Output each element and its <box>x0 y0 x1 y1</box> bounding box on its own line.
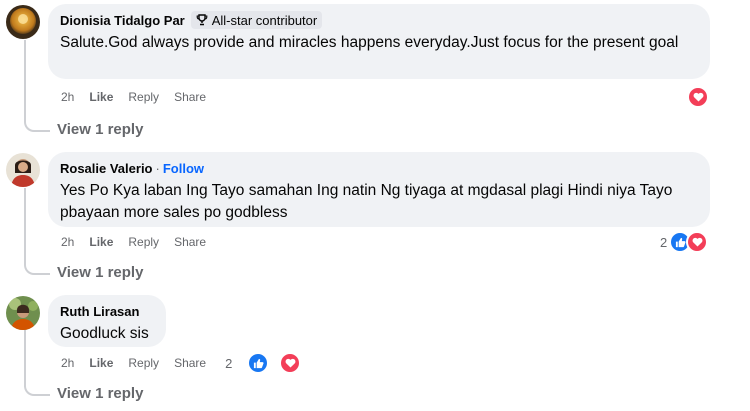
reaction-count: 2 <box>225 355 233 371</box>
love-reaction-icon <box>686 231 709 253</box>
comment-timestamp[interactable]: 2h <box>61 90 74 104</box>
avatar-image <box>6 5 40 39</box>
follow-button[interactable]: Follow <box>163 161 204 176</box>
comment-text: Salute.God always provide and miracles h… <box>60 34 679 51</box>
like-button[interactable]: Like <box>89 90 113 104</box>
thread-elbow <box>24 382 50 396</box>
comment-text: Yes Po Kya laban Ing Tayo samahan Ing na… <box>60 182 673 221</box>
thread-line <box>24 330 26 387</box>
thread-elbow <box>24 118 50 132</box>
reaction-summary[interactable] <box>687 86 709 108</box>
comment-bubble: Ruth Lirasan Goodluck sis <box>48 295 166 347</box>
comment-timestamp[interactable]: 2h <box>61 356 74 370</box>
like-button[interactable]: Like <box>89 356 113 370</box>
comment-actions: 2h Like Reply Share 2 <box>61 352 331 374</box>
view-replies-link[interactable]: View 1 reply <box>57 121 143 138</box>
comment-actions: 2h Like Reply Share <box>61 89 221 105</box>
share-button[interactable]: Share <box>174 90 206 104</box>
reaction-summary[interactable]: 2 <box>225 352 316 374</box>
comment-text: Goodluck sis <box>60 325 149 342</box>
avatar-image <box>6 153 40 187</box>
comment-actions: 2h Like Reply Share <box>61 234 221 250</box>
reaction-summary[interactable]: 2 <box>660 231 709 253</box>
comment-timestamp[interactable]: 2h <box>61 235 74 249</box>
badge-label: All-star contributor <box>211 12 318 28</box>
share-button[interactable]: Share <box>174 235 206 249</box>
comment-author[interactable]: Dionisia Tidalgo Par <box>60 13 185 28</box>
avatar-image <box>6 296 40 330</box>
view-replies-link[interactable]: View 1 reply <box>57 385 143 402</box>
like-reaction-icon <box>247 352 270 374</box>
reply-button[interactable]: Reply <box>128 356 159 370</box>
share-button[interactable]: Share <box>174 356 206 370</box>
avatar[interactable] <box>6 296 40 330</box>
view-replies-link[interactable]: View 1 reply <box>57 264 143 281</box>
love-reaction-icon <box>687 86 709 108</box>
comment-bubble: Dionisia Tidalgo Par All-star contributo… <box>48 4 710 79</box>
reaction-count: 2 <box>660 234 668 250</box>
thread-line <box>24 188 26 265</box>
avatar[interactable] <box>6 5 40 39</box>
comment-author[interactable]: Ruth Lirasan <box>60 304 139 319</box>
avatar[interactable] <box>6 153 40 187</box>
comment-bubble: Rosalie Valerio · Follow Yes Po Kya laba… <box>48 152 710 227</box>
contributor-badge: All-star contributor <box>190 11 323 29</box>
reply-button[interactable]: Reply <box>128 90 159 104</box>
reply-button[interactable]: Reply <box>128 235 159 249</box>
trophy-icon <box>196 14 208 26</box>
love-reaction-icon <box>279 352 302 374</box>
thread-elbow <box>24 261 50 275</box>
thread-line <box>24 40 26 122</box>
like-button[interactable]: Like <box>89 235 113 249</box>
comment-author[interactable]: Rosalie Valerio <box>60 161 153 176</box>
separator-dot: · <box>155 160 160 176</box>
